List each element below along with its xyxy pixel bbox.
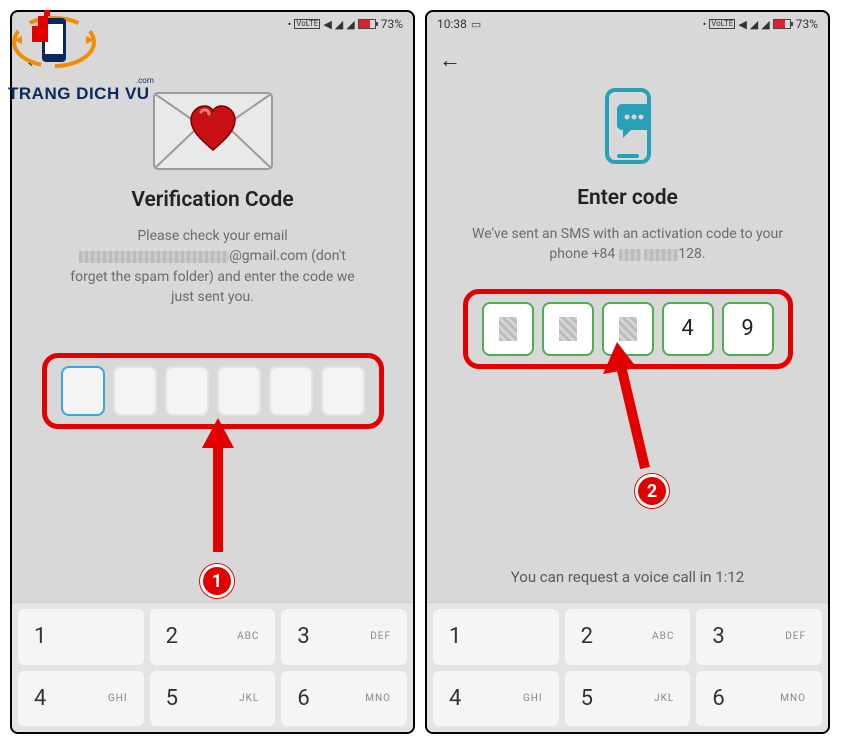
- code-digit-6[interactable]: [321, 366, 365, 416]
- annotation-bubble-1: 1: [200, 564, 234, 598]
- wifi-icon: ◀: [738, 18, 746, 31]
- code-digit-2[interactable]: [113, 366, 157, 416]
- battery-percent: 73%: [381, 17, 403, 31]
- redacted-digit: [559, 317, 577, 341]
- redacted-phone: [619, 249, 641, 261]
- sms-indicator-icon: ▭: [471, 18, 481, 31]
- redacted-digit: [499, 317, 517, 341]
- voice-call-hint: You can request a voice call in 1:12: [427, 568, 828, 586]
- lte-icon: VoLTE: [294, 19, 320, 29]
- key-5[interactable]: 5JKL: [565, 671, 691, 727]
- screenshot-right: 10:38 ▭ • VoLTE ◀ ◢ ◢ 73% ←: [425, 10, 830, 734]
- page-subtitle: Please check your email @gmail.com (don'…: [70, 226, 354, 307]
- back-button[interactable]: ←: [439, 47, 461, 73]
- code-digit-3[interactable]: [165, 366, 209, 416]
- page-subtitle: We've sent an SMS with an activation cod…: [472, 224, 783, 265]
- envelope-heart-icon: [153, 92, 273, 170]
- signal-icon: ◢: [761, 18, 769, 31]
- battery-icon: [773, 19, 791, 29]
- screenshot-left: • VoLTE ◀ ◢ ◢ 73% ←: [10, 10, 415, 734]
- redacted-email: [79, 251, 229, 263]
- code-digit-2[interactable]: [542, 302, 594, 356]
- key-5[interactable]: 5JKL: [150, 671, 276, 727]
- numeric-keypad: 1 2ABC 3DEF 4GHI 5JKL 6MNO: [12, 602, 413, 732]
- signal-icon: ◢: [750, 18, 758, 31]
- code-input-highlight: [42, 353, 384, 429]
- key-6[interactable]: 6MNO: [281, 671, 407, 727]
- key-3[interactable]: 3DEF: [696, 609, 822, 665]
- watermark-logo-icon: [8, 6, 100, 78]
- code-digit-5[interactable]: [269, 366, 313, 416]
- annotation-arrow-1: [198, 418, 238, 578]
- signal-icon: ◢: [346, 18, 354, 31]
- code-digit-4[interactable]: [217, 366, 261, 416]
- key-6[interactable]: 6MNO: [696, 671, 822, 727]
- code-digit-5[interactable]: 9: [722, 302, 774, 356]
- dot-icon: •: [288, 18, 292, 31]
- page-title: Enter code: [577, 186, 678, 210]
- key-4[interactable]: 4GHI: [18, 671, 144, 727]
- code-digit-1[interactable]: [61, 366, 105, 416]
- code-digit-3[interactable]: [602, 302, 654, 356]
- numeric-keypad: 1 2ABC 3DEF 4GHI 5JKL 6MNO: [427, 602, 828, 732]
- key-1[interactable]: 1: [18, 609, 144, 665]
- site-watermark: TRANG DICH VU .com: [8, 6, 168, 104]
- key-2[interactable]: 2ABC: [565, 609, 691, 665]
- annotation-bubble-2: 2: [635, 474, 669, 508]
- code-digit-1[interactable]: [482, 302, 534, 356]
- page-title: Verification Code: [131, 188, 293, 212]
- redacted-phone: [644, 249, 678, 261]
- sms-phone-icon: [597, 88, 659, 168]
- status-time: 10:38: [437, 17, 467, 31]
- battery-icon: [358, 19, 376, 29]
- wifi-icon: ◀: [323, 18, 331, 31]
- status-bar: 10:38 ▭ • VoLTE ◀ ◢ ◢ 73%: [427, 12, 828, 36]
- code-input-highlight: 4 9: [463, 289, 793, 369]
- battery-percent: 73%: [796, 17, 818, 31]
- redacted-digit: [619, 317, 637, 341]
- key-2[interactable]: 2ABC: [150, 609, 276, 665]
- code-digit-4[interactable]: 4: [662, 302, 714, 356]
- key-1[interactable]: 1: [433, 609, 559, 665]
- key-4[interactable]: 4GHI: [433, 671, 559, 727]
- nav-bar: ←: [427, 36, 828, 84]
- lte-icon: VoLTE: [709, 19, 735, 29]
- dot-icon: •: [703, 18, 707, 31]
- signal-icon: ◢: [335, 18, 343, 31]
- key-3[interactable]: 3DEF: [281, 609, 407, 665]
